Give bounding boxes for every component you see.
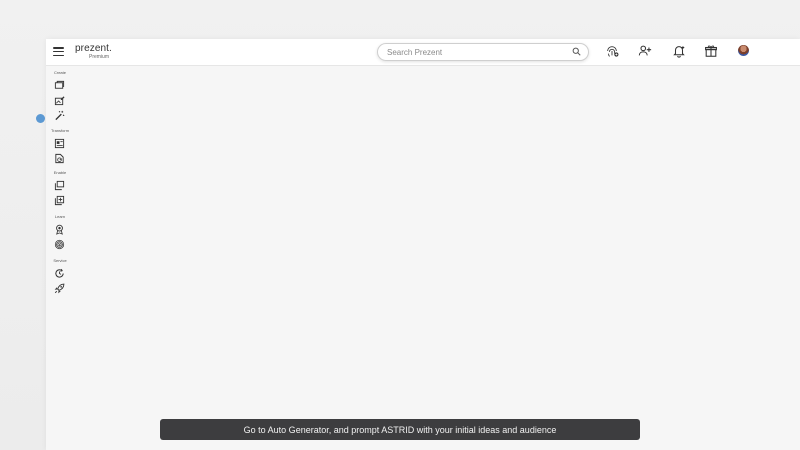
search-icon[interactable] <box>572 47 581 56</box>
award-badge-icon[interactable] <box>54 224 65 235</box>
tutorial-caption: Go to Auto Generator, and prompt ASTRID … <box>160 419 640 440</box>
top-bar: prezent. Premium <box>46 39 800 66</box>
fingerprint-add-icon[interactable] <box>605 44 619 58</box>
document-refresh-icon[interactable] <box>54 153 65 164</box>
cursor-indicator <box>36 114 45 123</box>
image-edit-icon[interactable] <box>54 95 65 106</box>
app-window: prezent. Premium Create <box>46 39 800 450</box>
hamburger-menu-icon[interactable] <box>53 47 64 56</box>
rocket-icon[interactable] <box>54 283 65 294</box>
section-label-enable: Enable <box>53 170 67 175</box>
brand-name: prezent. <box>75 43 112 54</box>
caption-text: Go to Auto Generator, and prompt ASTRID … <box>243 424 557 435</box>
magic-wand-icon[interactable] <box>54 110 65 121</box>
add-collection-icon[interactable] <box>54 195 65 206</box>
gift-icon[interactable] <box>704 44 718 58</box>
add-user-icon[interactable] <box>638 44 652 58</box>
user-avatar[interactable] <box>738 45 749 56</box>
clock-refresh-icon[interactable] <box>54 268 65 279</box>
section-label-create: Create <box>53 70 66 75</box>
brand-tier: Premium <box>89 54 110 60</box>
section-label-learn: Learn <box>54 214 66 219</box>
library-stack-icon[interactable] <box>54 180 65 191</box>
notification-bell-icon[interactable] <box>672 44 686 58</box>
slides-stack-icon[interactable] <box>54 80 65 91</box>
fingerprint-icon[interactable] <box>54 239 65 250</box>
sidebar: Create Transform Enable Learn Service <box>46 65 74 450</box>
brand-logo[interactable]: prezent. Premium <box>75 43 112 61</box>
section-label-transform: Transform <box>50 128 70 133</box>
search-bar[interactable] <box>377 43 589 61</box>
search-input[interactable] <box>387 44 567 60</box>
template-convert-icon[interactable] <box>54 138 65 149</box>
section-label-service: Service <box>53 258 67 263</box>
